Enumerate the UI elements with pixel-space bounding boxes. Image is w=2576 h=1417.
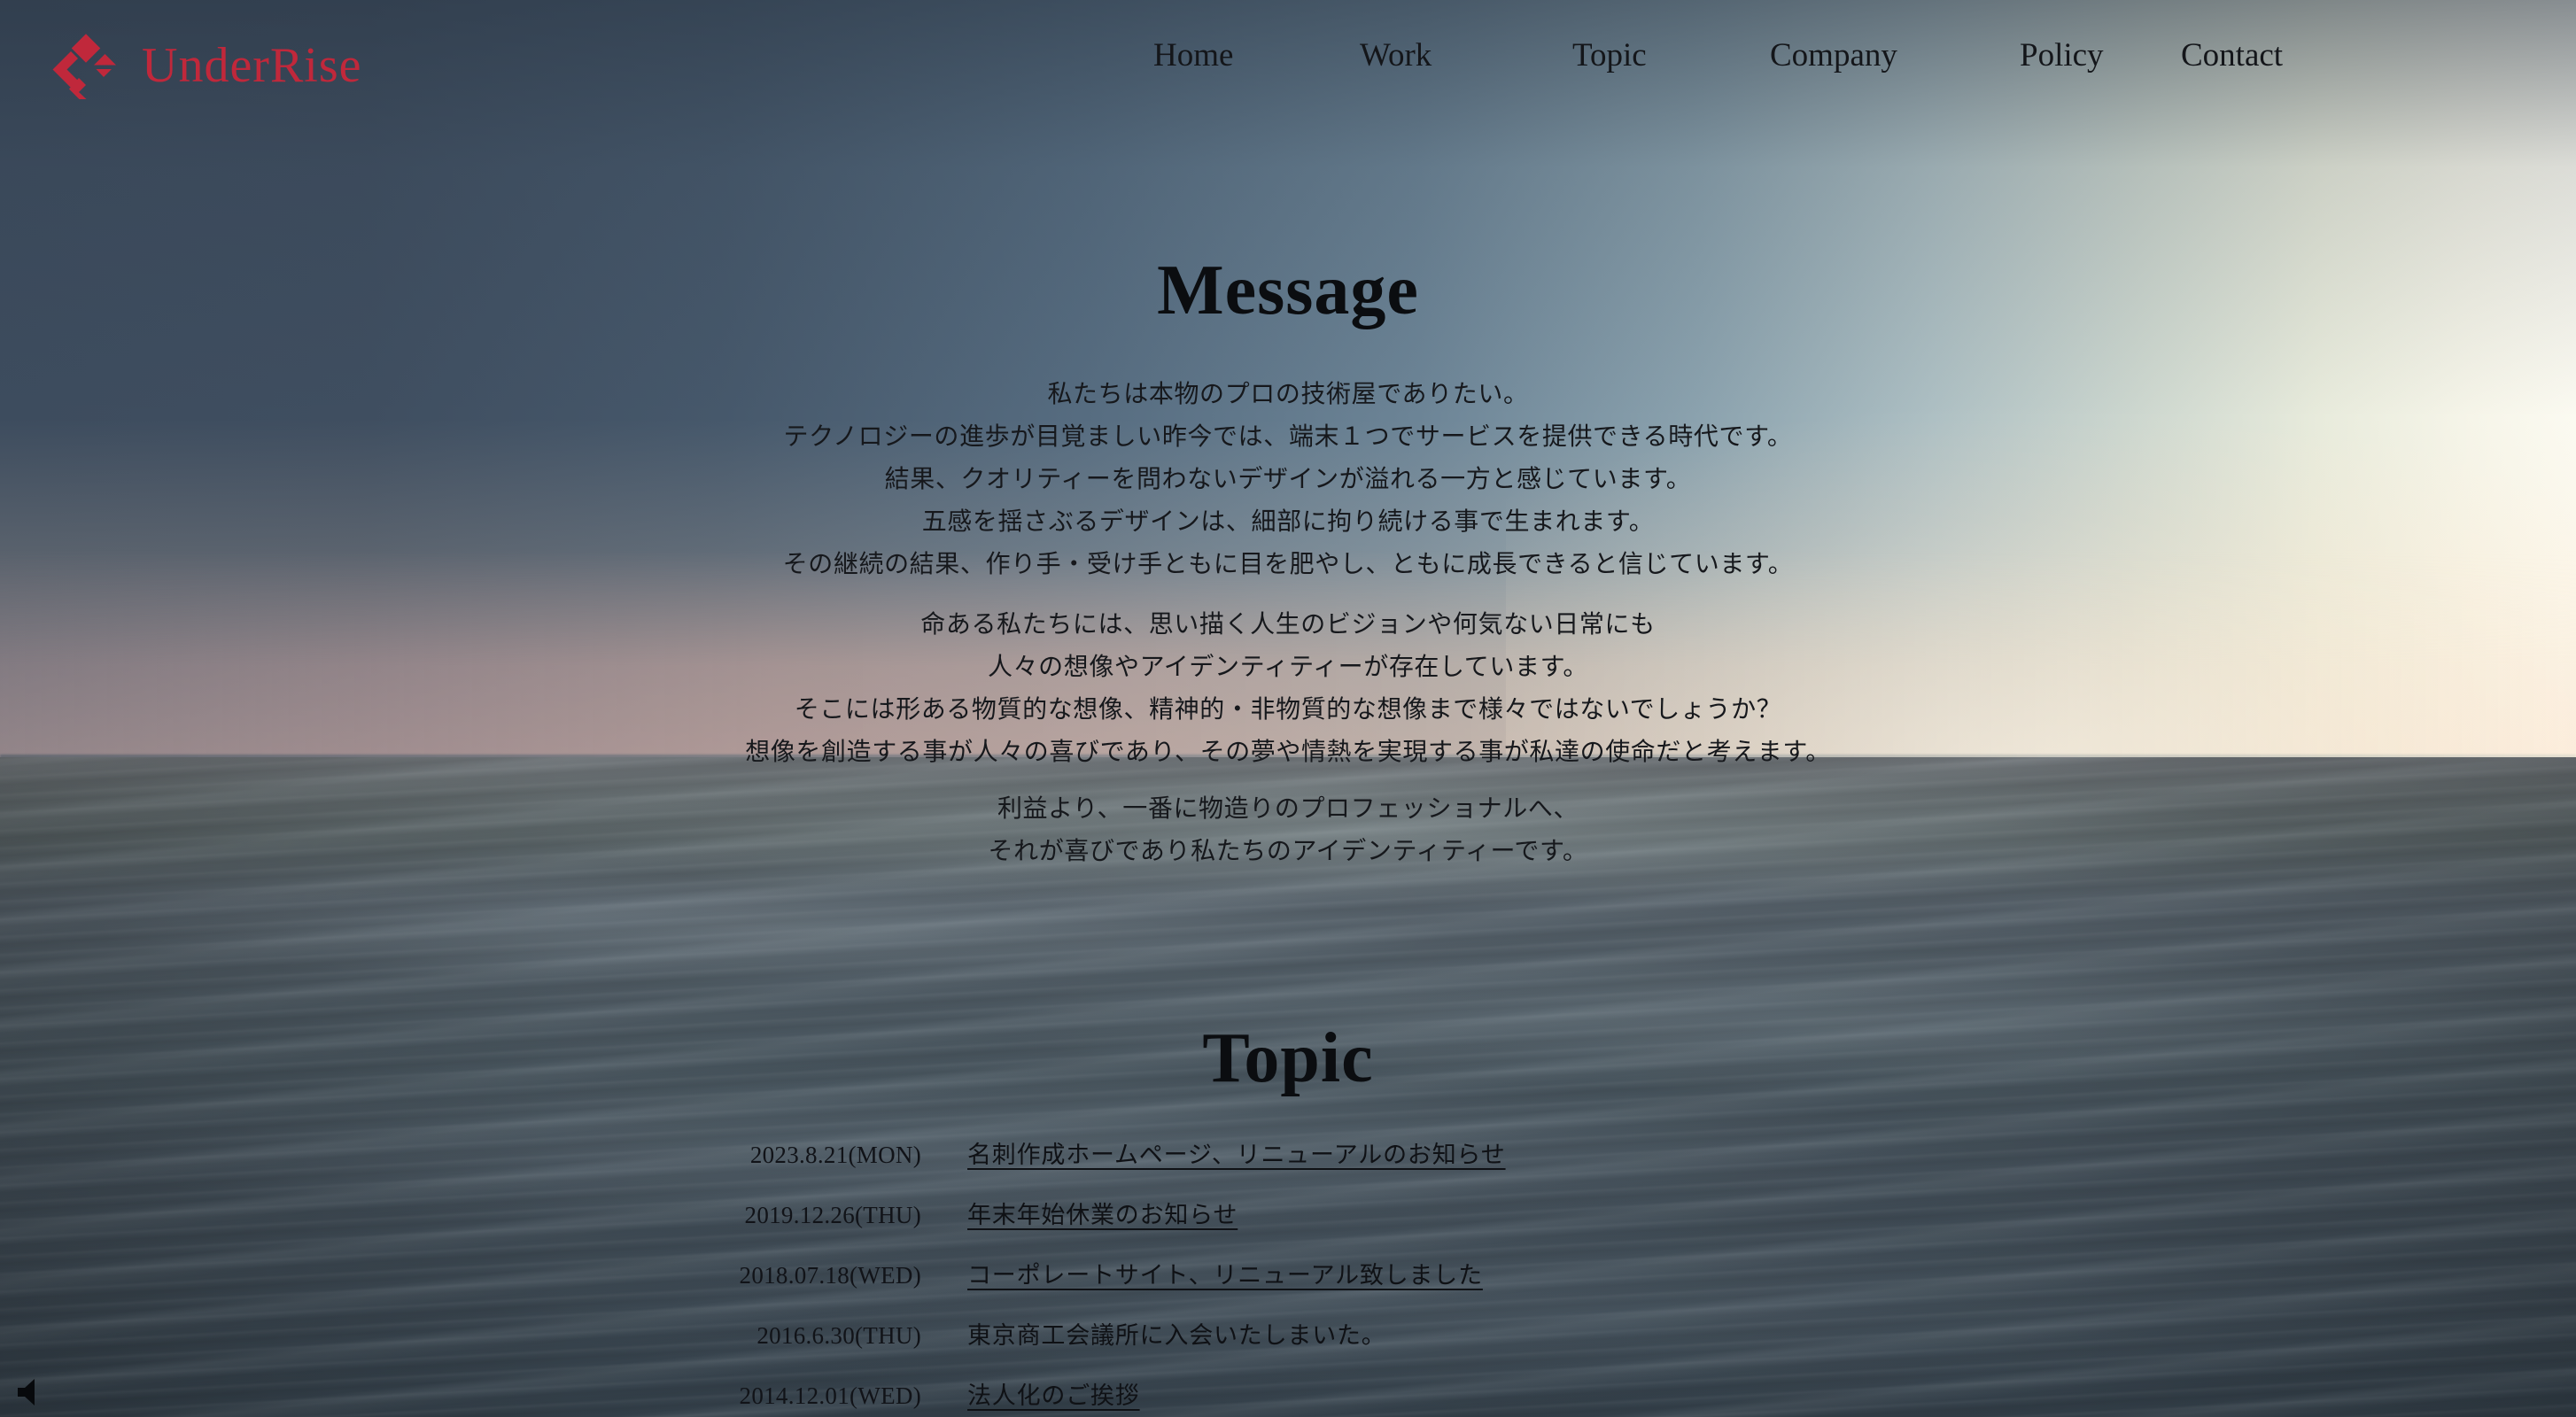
nav-item-topic[interactable]: Topic <box>1572 39 1647 72</box>
diamond-lattice-logo-icon <box>51 32 119 99</box>
message-line: 命ある私たちには、思い描く人生のビジョンや何気ない日常にも <box>920 611 1656 639</box>
message-line: 結果、クオリティーを問わないデザインが溢れる一方と感じています。 <box>884 466 1692 493</box>
topic-list: 2023.8.21(MON) 名刺作成ホームページ、リニューアルのお知らせ 20… <box>0 1135 2576 1417</box>
message-line: 人々の想像やアイデンティティーが存在しています。 <box>987 654 1588 681</box>
message-line: 想像を創造する事が人々の喜びであり、その夢や情熱を実現する事が私達の使命だと考え… <box>745 739 1831 766</box>
topic-link[interactable]: コーポレートサイト、リニューアル致しました <box>967 1256 1483 1290</box>
table-row: 2018.07.18(WED) コーポレートサイト、リニューアル致しました <box>0 1256 2576 1316</box>
topic-text: 東京商工会議所に入会いたしまいた。 <box>967 1322 1386 1349</box>
message-paragraph-1: 私たちは本物のプロの技術屋でありたい。 テクノロジーの進歩が目覚ましい昨今では、… <box>0 374 2576 586</box>
topic-date: 2018.07.18(WED) <box>739 1262 921 1289</box>
table-row: 2023.8.21(MON) 名刺作成ホームページ、リニューアルのお知らせ <box>0 1135 2576 1196</box>
nav-item-contact[interactable]: Contact <box>2181 39 2283 72</box>
brand-name: UnderRise <box>142 38 362 93</box>
table-row: 2019.12.26(THU) 年末年始休業のお知らせ <box>0 1196 2576 1256</box>
nav-item-home[interactable]: Home <box>1153 39 1233 72</box>
topic-link[interactable]: 年末年始休業のお知らせ <box>967 1196 1238 1230</box>
speaker-muted-icon[interactable] <box>11 1374 57 1410</box>
message-line: 私たちは本物のプロの技術屋でありたい。 <box>1047 381 1529 408</box>
nav-item-policy[interactable]: Policy <box>2020 39 2104 72</box>
message-line: 五感を揺さぶるデザインは、細部に拘り続ける事で生まれます。 <box>921 508 1655 536</box>
message-line: そこには形ある物質的な想像、精神的・非物質的な想像まで様々ではないでしょうか？ <box>794 696 1782 724</box>
message-line: テクノロジーの進歩が目覚ましい昨今では、端末１つでサービスを提供できる時代です。 <box>783 423 1793 451</box>
topic-link[interactable]: 法人化のご挨拶 <box>967 1376 1140 1411</box>
page-content: UnderRise Home Work Topic Company Policy… <box>0 0 2576 1417</box>
brand-logo[interactable]: UnderRise <box>51 32 362 99</box>
topic-link[interactable]: 名刺作成ホームページ、リニューアルのお知らせ <box>967 1135 1506 1170</box>
message-paragraph-3: 利益より、一番に物造りのプロフェッショナルへ、 それが喜びであり私たちのアイデン… <box>0 788 2576 873</box>
nav-item-work[interactable]: Work <box>1360 39 1432 72</box>
topic-date: 2016.6.30(THU) <box>757 1322 921 1349</box>
topic-date: 2019.12.26(THU) <box>744 1202 921 1228</box>
table-row: 2014.12.01(WED) 法人化のご挨拶 <box>0 1376 2576 1417</box>
topic-date: 2023.8.21(MON) <box>749 1142 921 1168</box>
topic-section-title: Topic <box>1202 1019 1374 1097</box>
site-header: UnderRise Home Work Topic Company Policy… <box>0 0 2576 131</box>
message-line: 利益より、一番に物造りのプロフェッショナルへ、 <box>997 795 1579 823</box>
nav-item-company[interactable]: Company <box>1770 39 1897 72</box>
table-row: 2016.6.30(THU) 東京商工会議所に入会いたしまいた。 <box>0 1316 2576 1376</box>
message-line: それが喜びであり私たちのアイデンティティーです。 <box>988 838 1588 865</box>
topic-date: 2014.12.01(WED) <box>739 1382 921 1409</box>
message-paragraph-2: 命ある私たちには、思い描く人生のビジョンや何気ない日常にも 人々の想像やアイデン… <box>0 604 2576 774</box>
message-section-title: Message <box>1157 252 1419 329</box>
message-line: その継続の結果、作り手・受け手ともに目を肥やし、ともに成長できると信じています。 <box>782 551 1794 578</box>
